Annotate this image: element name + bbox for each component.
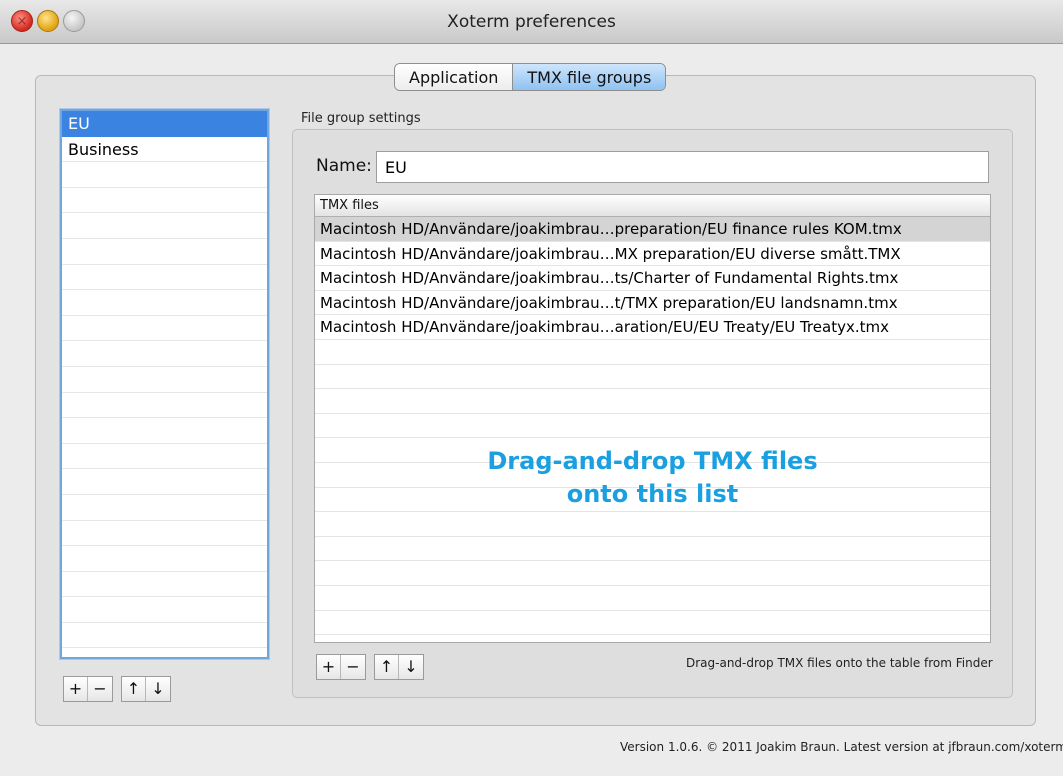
move-group-up-button[interactable]: ↑ [122, 677, 146, 701]
group-list-buttons: + − ↑ ↓ [63, 676, 171, 702]
name-label: Name: [316, 156, 372, 176]
table-header-tmx-files[interactable]: TMX files [315, 195, 990, 217]
empty-row [315, 389, 990, 414]
empty-row [62, 648, 267, 657]
empty-row [315, 463, 990, 488]
empty-row [62, 444, 267, 470]
add-group-button[interactable]: + [64, 677, 88, 701]
version-info: Version 1.0.6. © 2011 Joakim Braun. Late… [620, 740, 1063, 754]
empty-row [315, 488, 990, 513]
preferences-window: × Xoterm preferences Application TMX fil… [0, 0, 1063, 776]
list-item[interactable]: EU [62, 111, 267, 137]
empty-row [62, 572, 267, 598]
move-file-up-button[interactable]: ↑ [375, 655, 399, 679]
list-item[interactable]: Business [62, 137, 267, 163]
empty-row [62, 188, 267, 214]
finder-hint: Drag-and-drop TMX files onto the table f… [686, 656, 993, 670]
tab-tmx-file-groups[interactable]: TMX file groups [513, 64, 666, 90]
table-row[interactable]: Macintosh HD/Användare/joakimbrau…prepar… [315, 217, 990, 242]
empty-row [62, 469, 267, 495]
file-add-remove: + − [316, 654, 366, 680]
empty-row [315, 365, 990, 390]
empty-row [315, 537, 990, 562]
remove-group-button[interactable]: − [88, 677, 112, 701]
file-list-buttons: + − ↑ ↓ [316, 654, 424, 680]
group-add-remove: + − [63, 676, 113, 702]
empty-row [315, 635, 990, 642]
group-name-input[interactable] [376, 151, 989, 183]
title-bar[interactable]: × Xoterm preferences [0, 0, 1063, 44]
file-group-list[interactable]: EU Business [60, 109, 269, 659]
empty-row [315, 340, 990, 365]
tab-application[interactable]: Application [395, 64, 514, 90]
empty-row [315, 561, 990, 586]
move-group-down-button[interactable]: ↓ [146, 677, 170, 701]
empty-row [62, 290, 267, 316]
empty-row [62, 393, 267, 419]
file-reorder: ↑ ↓ [374, 654, 424, 680]
empty-row [62, 316, 267, 342]
empty-row [62, 162, 267, 188]
window-title: Xoterm preferences [447, 12, 616, 32]
file-group-settings-label: File group settings [301, 111, 421, 126]
move-file-down-button[interactable]: ↓ [399, 655, 423, 679]
empty-row [62, 546, 267, 572]
empty-row [62, 213, 267, 239]
empty-row [62, 623, 267, 649]
table-row[interactable]: Macintosh HD/Användare/joakimbrau…t/TMX … [315, 291, 990, 316]
add-file-button[interactable]: + [317, 655, 341, 679]
table-row[interactable]: Macintosh HD/Användare/joakimbrau…MX pre… [315, 242, 990, 267]
tab-bar: Application TMX file groups [394, 63, 667, 91]
empty-row [62, 495, 267, 521]
empty-row [315, 611, 990, 636]
empty-row [62, 418, 267, 444]
group-reorder: ↑ ↓ [121, 676, 171, 702]
empty-row [62, 521, 267, 547]
empty-row [315, 512, 990, 537]
remove-file-button[interactable]: − [341, 655, 365, 679]
empty-row [62, 341, 267, 367]
empty-row [62, 265, 267, 291]
empty-row [315, 414, 990, 439]
table-row[interactable]: Macintosh HD/Användare/joakimbrau…aratio… [315, 315, 990, 340]
empty-row [62, 239, 267, 265]
empty-row [315, 438, 990, 463]
empty-row [62, 597, 267, 623]
empty-row [315, 586, 990, 611]
table-row[interactable]: Macintosh HD/Användare/joakimbrau…ts/Cha… [315, 266, 990, 291]
tmx-files-table[interactable]: TMX files Macintosh HD/Användare/joakimb… [314, 194, 991, 643]
empty-row [62, 367, 267, 393]
